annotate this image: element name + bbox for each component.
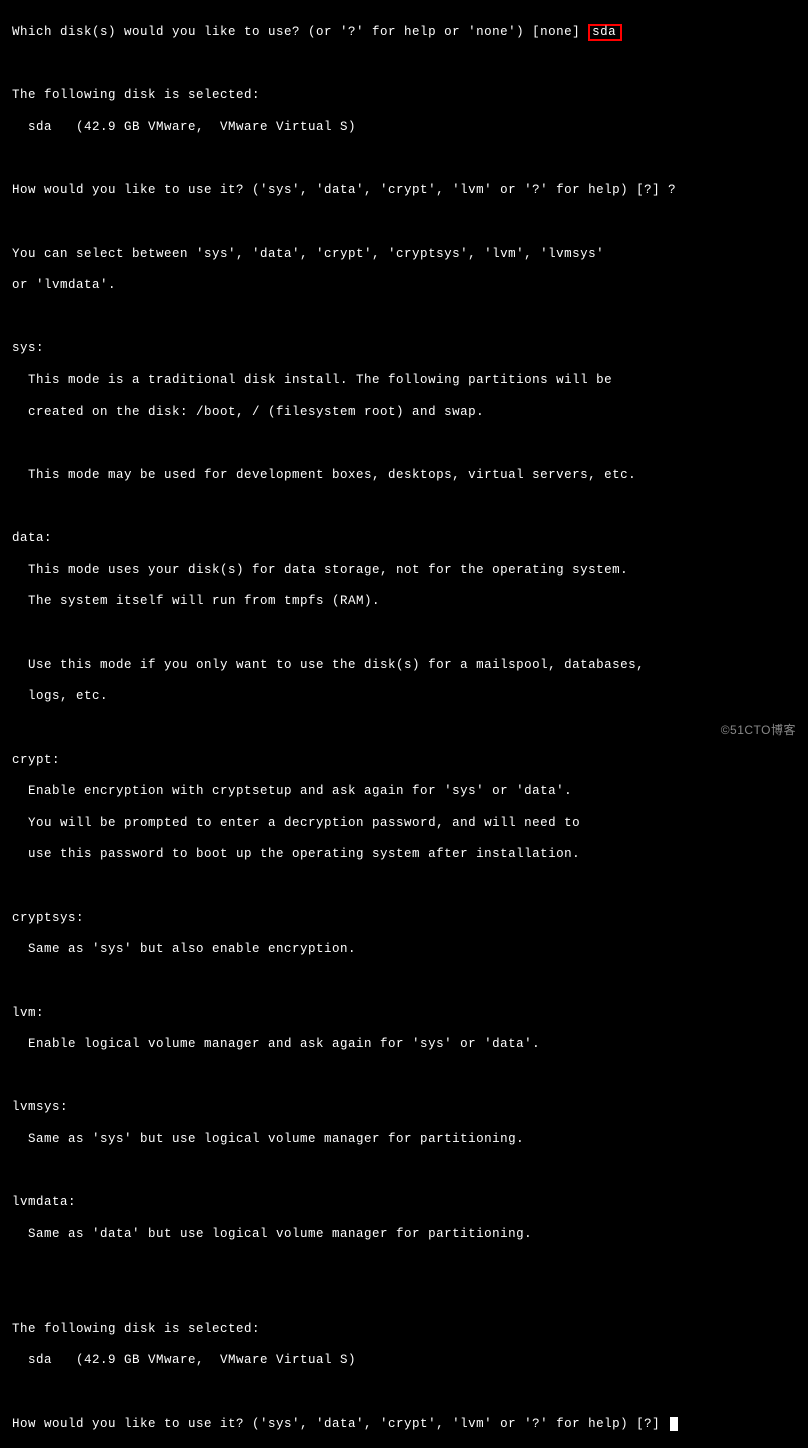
text-line: Same as 'data' but use logical volume ma… [12,1227,800,1243]
section-heading-crypt: crypt: [12,753,800,769]
text-line: Use this mode if you only want to use th… [12,658,800,674]
blank-line [12,879,800,895]
text-line: sda (42.9 GB VMware, VMware Virtual S) [12,120,800,136]
prompt-text: Which disk(s) would you like to use? (or… [12,25,580,39]
blank-line [12,721,800,737]
section-heading-lvmdata: lvmdata: [12,1195,800,1211]
text-line: The following disk is selected: [12,88,800,104]
blank-line [12,57,800,73]
prompt-disk-select: Which disk(s) would you like to use? (or… [12,24,800,42]
text-line: Enable logical volume manager and ask ag… [12,1037,800,1053]
text-line: sda (42.9 GB VMware, VMware Virtual S) [12,1353,800,1369]
blank-line [12,1290,800,1306]
blank-line [12,500,800,516]
text-line: Enable encryption with cryptsetup and as… [12,784,800,800]
blank-line [12,1069,800,1085]
blank-line [12,152,800,168]
prompt-text: How would you like to use it? ('sys', 'd… [12,1417,668,1431]
blank-line [12,436,800,452]
section-heading-cryptsys: cryptsys: [12,911,800,927]
watermark-text: ©51CTO博客 [721,723,796,738]
text-line: This mode is a traditional disk install.… [12,373,800,389]
text-line: use this password to boot up the operati… [12,847,800,863]
text-line: or 'lvmdata'. [12,278,800,294]
text-line: The system itself will run from tmpfs (R… [12,594,800,610]
text-line: You can select between 'sys', 'data', 'c… [12,247,800,263]
text-line: You will be prompted to enter a decrypti… [12,816,800,832]
prompt-use-mode[interactable]: How would you like to use it? ('sys', 'd… [12,1417,800,1433]
blank-line [12,1164,800,1180]
blank-line [12,1385,800,1401]
section-heading-lvm: lvm: [12,1006,800,1022]
terminal-output[interactable]: Which disk(s) would you like to use? (or… [12,8,800,1448]
user-input-highlighted: sda [588,24,622,42]
text-line: Same as 'sys' but use logical volume man… [12,1132,800,1148]
section-heading-data: data: [12,531,800,547]
cursor-icon [670,1417,678,1431]
blank-line [12,215,800,231]
text-line: logs, etc. [12,689,800,705]
section-heading-sys: sys: [12,341,800,357]
text-line: This mode uses your disk(s) for data sto… [12,563,800,579]
text-line: The following disk is selected: [12,1322,800,1338]
text-line: This mode may be used for development bo… [12,468,800,484]
text-line: created on the disk: /boot, / (filesyste… [12,405,800,421]
text-line: Same as 'sys' but also enable encryption… [12,942,800,958]
blank-line [12,626,800,642]
blank-line [12,974,800,990]
text-line: How would you like to use it? ('sys', 'd… [12,183,800,199]
blank-line [12,310,800,326]
section-heading-lvmsys: lvmsys: [12,1100,800,1116]
blank-line [12,1259,800,1275]
